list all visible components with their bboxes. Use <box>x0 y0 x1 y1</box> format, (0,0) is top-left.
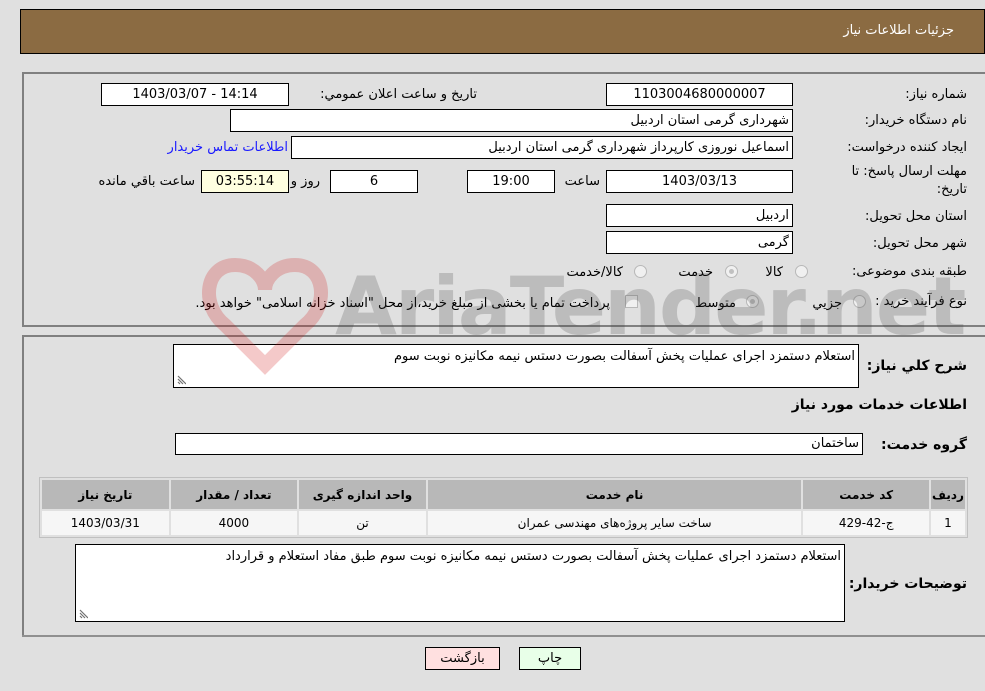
cell-row-number: 1 <box>930 511 965 535</box>
deadline-time-label: ساعت <box>564 174 600 189</box>
delivery-province-label: استان محل تحویل: <box>865 209 967 224</box>
col-quantity: تعداد / مقدار <box>170 480 298 509</box>
cell-service-code: ج-42-429 <box>803 511 929 535</box>
purchase-radio-minor[interactable] <box>853 295 866 308</box>
deadline-label: مهلت ارسال پاسخ: تا <box>851 164 967 179</box>
resize-grip-icon[interactable] <box>176 375 186 385</box>
col-need-date: تاریخ نیاز <box>42 480 169 509</box>
category-radio-service[interactable] <box>725 265 738 278</box>
creator-field: اسماعیل نوروزی کارپرداز شهرداری گرمی است… <box>291 136 793 159</box>
cell-unit: تن <box>299 511 426 535</box>
category-option-goods: کالا <box>765 265 783 280</box>
category-label: طبقه بندی موضوعی: <box>851 264 967 279</box>
service-group-label: گروه خدمت: <box>881 437 967 453</box>
col-service-name: نام خدمت <box>427 480 802 509</box>
remaining-time-field: 03:55:14 <box>201 170 289 193</box>
general-desc-textarea[interactable]: استعلام دستمزد اجرای عملیات پخش آسفالت ب… <box>173 344 859 388</box>
remaining-days-field: 6 <box>330 170 418 193</box>
purchase-type-label: نوع فرآیند خرید : <box>875 294 967 309</box>
need-number-field: 1103004680000007 <box>606 83 793 106</box>
purchase-option-minor: جزيي <box>812 296 842 311</box>
category-option-goods-service: کالا/خدمت <box>566 265 623 280</box>
category-option-service: خدمت <box>678 265 713 280</box>
delivery-province-field: اردبیل <box>606 204 793 227</box>
service-group-field: ساختمان <box>175 433 863 455</box>
deadline-label-date: تاریخ: <box>936 182 967 197</box>
table-header-row: ردیف کد خدمت نام خدمت واحد اندازه گیری ت… <box>42 480 965 509</box>
back-button[interactable]: بازگشت <box>425 647 500 670</box>
category-radio-goods[interactable] <box>795 265 808 278</box>
buyer-org-field: شهرداری گرمی استان اردبیل <box>230 109 793 132</box>
delivery-city-field: گرمی <box>606 231 793 254</box>
announce-datetime-field: 1403/03/07 - 14:14 <box>101 83 289 106</box>
resize-grip-icon[interactable] <box>78 609 88 619</box>
buyer-notes-label: توضیحات خریدار: <box>848 576 967 592</box>
general-desc-text: استعلام دستمزد اجرای عملیات پخش آسفالت ب… <box>393 349 855 364</box>
services-table: ردیف کد خدمت نام خدمت واحد اندازه گیری ت… <box>39 477 968 538</box>
cell-service-name: ساخت سایر پروژه‌های مهندسی عمران <box>427 511 802 535</box>
col-unit: واحد اندازه گیری <box>299 480 426 509</box>
buyer-notes-text: استعلام دستمزد اجرای عملیات پخش آسفالت ب… <box>225 549 841 564</box>
category-radio-goods-service[interactable] <box>634 265 647 278</box>
cell-need-date: 1403/03/31 <box>42 511 169 535</box>
purchase-option-medium: متوسط <box>695 296 736 311</box>
creator-label: ایجاد کننده درخواست: <box>847 140 967 155</box>
page-title: جزئیات اطلاعات نیاز <box>843 23 954 38</box>
treasury-note: پرداخت تمام یا بخشی از مبلغ خرید،از محل … <box>195 296 610 311</box>
need-number-label: شماره نیاز: <box>905 87 967 102</box>
buyer-org-label: نام دستگاه خريدار: <box>864 113 967 128</box>
col-service-code: کد خدمت <box>803 480 929 509</box>
page-header: جزئیات اطلاعات نیاز <box>20 9 985 54</box>
buyer-notes-textarea[interactable]: استعلام دستمزد اجرای عملیات پخش آسفالت ب… <box>75 544 845 622</box>
delivery-city-label: شهر محل تحویل: <box>872 236 967 251</box>
buyer-contact-link[interactable]: اطلاعات تماس خريدار <box>168 140 288 155</box>
days-label: روز و <box>290 174 320 189</box>
deadline-time-field: 19:00 <box>467 170 555 193</box>
services-heading: اطلاعات خدمات مورد نیاز <box>791 397 967 413</box>
footer-divider <box>22 635 985 637</box>
cell-quantity: 4000 <box>170 511 298 535</box>
print-button[interactable]: چاپ <box>519 647 581 670</box>
announce-datetime-label: تاریخ و ساعت اعلان عمومي: <box>320 87 477 102</box>
treasury-checkbox[interactable] <box>625 295 638 308</box>
remaining-time-label: ساعت باقي مانده <box>98 174 195 189</box>
purchase-radio-medium[interactable] <box>746 295 759 308</box>
deadline-date-field: 1403/03/13 <box>606 170 793 193</box>
general-desc-label: شرح کلي نیاز: <box>866 358 967 374</box>
table-row: 1 ج-42-429 ساخت سایر پروژه‌های مهندسی عم… <box>42 511 965 535</box>
col-row-number: ردیف <box>930 480 965 509</box>
